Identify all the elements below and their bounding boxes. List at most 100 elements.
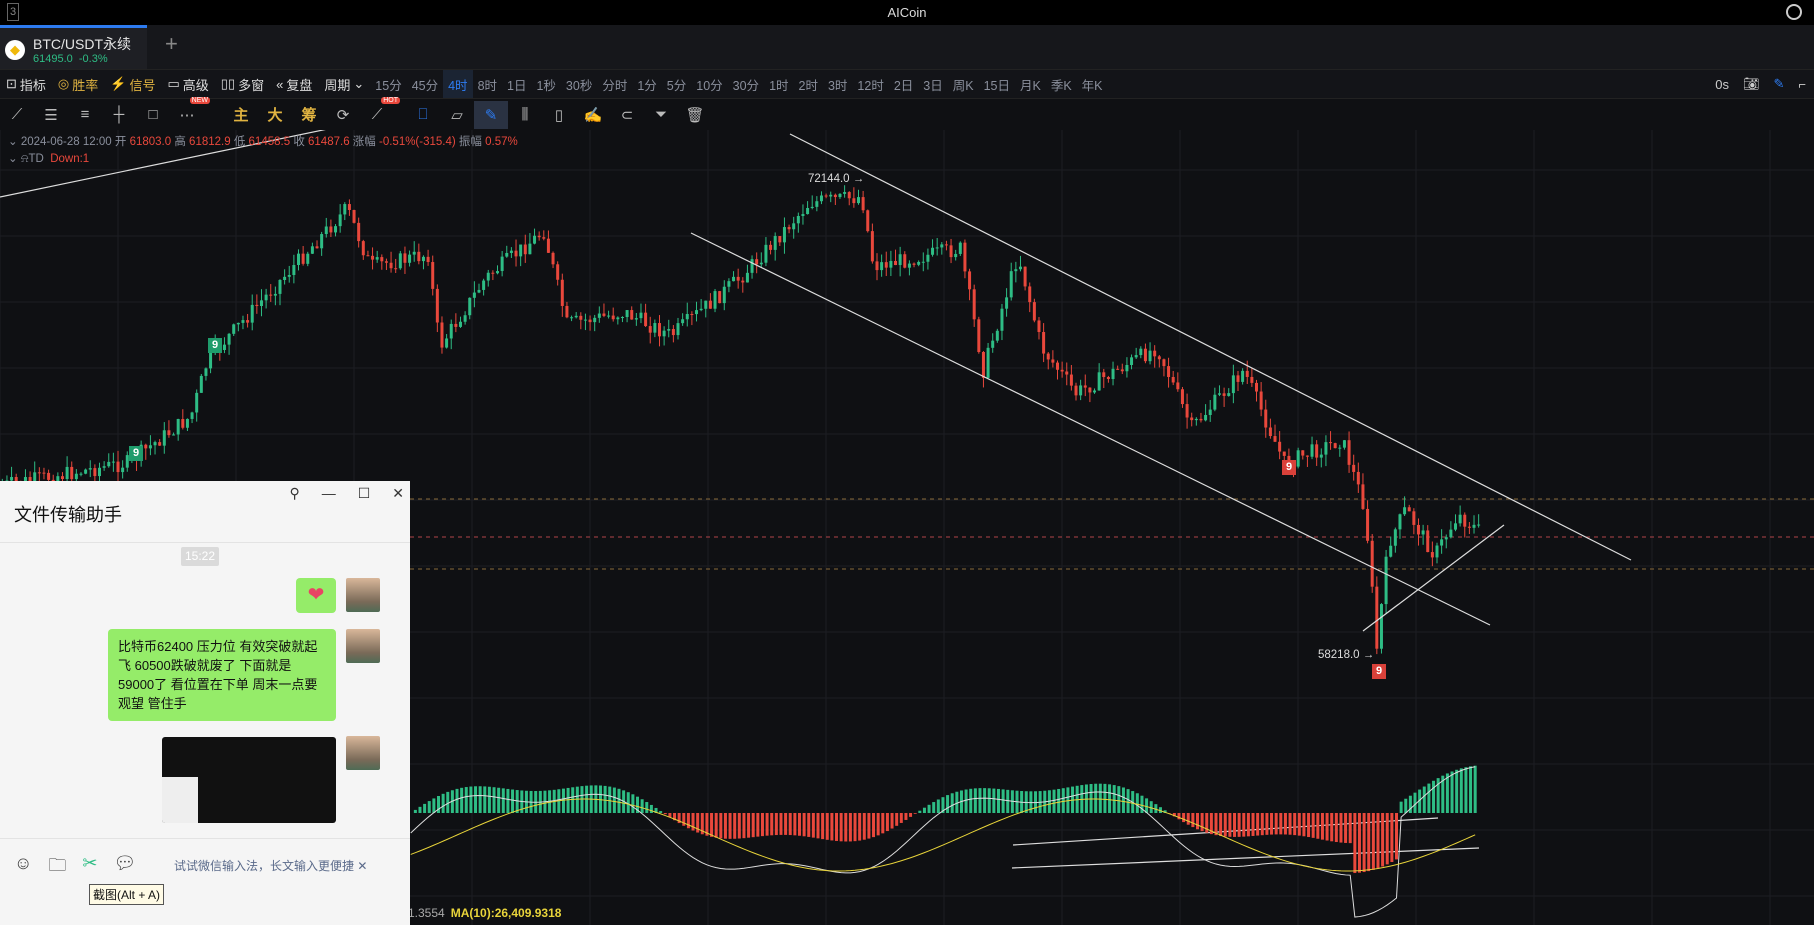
- period-10[interactable]: 10分: [691, 70, 727, 98]
- macd-bar: [432, 798, 436, 813]
- more-icon[interactable]: ⋯ NEW: [170, 96, 210, 129]
- folder-icon[interactable]: 🗀︎: [48, 853, 66, 883]
- emoji-icon[interactable]: ☺: [14, 853, 32, 883]
- period-1[interactable]: 45分: [407, 70, 443, 98]
- period-17[interactable]: 3日: [918, 70, 947, 98]
- close-hint-icon[interactable]: ✕: [357, 859, 367, 873]
- multi-window-button[interactable]: ▯▯ 多窗: [215, 70, 270, 98]
- pencil-icon[interactable]: ✎: [1774, 76, 1785, 92]
- period-3[interactable]: 8时: [473, 70, 502, 98]
- camera-icon[interactable]: 📷︎: [1743, 76, 1760, 92]
- note-icon[interactable]: ✍: [576, 101, 610, 129]
- candle: [1403, 507, 1407, 515]
- candle: [283, 276, 287, 280]
- ruler-icon[interactable]: ▱: [440, 101, 474, 129]
- period-6[interactable]: 30秒: [561, 70, 597, 98]
- period-9[interactable]: 5分: [662, 70, 691, 98]
- candle: [718, 291, 722, 304]
- advanced-button[interactable]: ▭ 高级: [161, 70, 214, 98]
- filter-icon[interactable]: ⏷: [644, 101, 678, 129]
- line-tool-icon[interactable]: ⟋: [0, 101, 34, 129]
- signal-button[interactable]: ⚡ 信号: [104, 70, 161, 98]
- period-20[interactable]: 月K: [1015, 70, 1046, 98]
- period-8[interactable]: 1分: [632, 70, 661, 98]
- search-icon[interactable]: [1786, 4, 1802, 20]
- macd-bar: [506, 788, 510, 813]
- replay-button[interactable]: «复盘: [270, 70, 318, 98]
- close-icon[interactable]: ✕: [392, 485, 404, 502]
- macd-bar: [580, 786, 584, 813]
- period-19[interactable]: 15日: [979, 70, 1015, 98]
- candle: [1412, 511, 1416, 525]
- rectangle-icon[interactable]: □: [136, 101, 170, 129]
- macd-bar: [807, 813, 811, 837]
- horizontal-lines-icon[interactable]: ≡: [68, 101, 102, 129]
- period-18[interactable]: 周K: [948, 70, 979, 98]
- period-21[interactable]: 季K: [1046, 70, 1077, 98]
- candle: [1250, 376, 1254, 383]
- avatar[interactable]: [346, 736, 380, 770]
- macd-bar: [608, 786, 612, 813]
- add-window-icon[interactable]: ⌐: [1798, 77, 1806, 92]
- input-method-hint[interactable]: 试试微信输入法，长文输入更便捷 ✕: [174, 857, 367, 874]
- candles-icon[interactable]: ⫼: [508, 101, 542, 129]
- sync-icon[interactable]: ⟳: [326, 101, 360, 129]
- image-message[interactable]: [162, 737, 336, 823]
- period-14[interactable]: 3时: [823, 70, 852, 98]
- macd-bar: [811, 813, 815, 838]
- period-7[interactable]: 分时: [597, 70, 632, 98]
- candle: [1222, 393, 1226, 396]
- chat-history-icon[interactable]: 💬︎: [113, 853, 136, 883]
- candle: [963, 242, 967, 272]
- period-16[interactable]: 2日: [889, 70, 918, 98]
- period-11[interactable]: 30分: [728, 70, 764, 98]
- add-tab-button[interactable]: +: [165, 31, 178, 57]
- macd-bar: [1413, 792, 1417, 813]
- candle: [1375, 586, 1379, 649]
- avatar[interactable]: [346, 629, 380, 663]
- candle: [736, 276, 740, 281]
- candle: [190, 412, 194, 419]
- period-2[interactable]: 4时: [443, 70, 473, 98]
- magnet-icon[interactable]: ⊂: [610, 101, 644, 129]
- bookmark-icon[interactable]: ⎕: [406, 101, 440, 129]
- horizontal-line-icon[interactable]: ┼: [102, 101, 136, 129]
- minimize-icon[interactable]: —: [322, 485, 336, 502]
- brush-icon[interactable]: ⟋ HOT: [360, 96, 400, 129]
- candle: [435, 288, 439, 323]
- candle: [1458, 514, 1462, 524]
- period-15[interactable]: 12时: [852, 70, 888, 98]
- td-nine-badge: 9: [129, 446, 143, 461]
- collapse-icon[interactable]: ⌄: [8, 136, 18, 148]
- candle: [583, 319, 587, 321]
- macd-bar: [1242, 813, 1246, 837]
- candle: [347, 204, 351, 211]
- macd-bar: [983, 788, 987, 813]
- period-4[interactable]: 1日: [502, 70, 531, 98]
- win-rate-button[interactable]: ◎ 胜率: [52, 70, 104, 98]
- period-0[interactable]: 15分: [370, 70, 406, 98]
- period-13[interactable]: 2时: [794, 70, 823, 98]
- lock-icon[interactable]: ▯: [542, 101, 576, 129]
- main-button[interactable]: 主: [224, 101, 258, 129]
- macd-bar: [793, 813, 797, 836]
- draw-mode-icon[interactable]: ✎: [474, 100, 508, 129]
- candle: [546, 238, 550, 253]
- parallel-lines-icon[interactable]: ☰: [34, 101, 68, 129]
- macd-bar: [714, 813, 718, 838]
- period-dropdown[interactable]: 周期 ⌄: [318, 70, 370, 98]
- chip-button[interactable]: 筹: [292, 101, 326, 129]
- maximize-icon[interactable]: ☐: [358, 485, 371, 502]
- macd-bar: [1385, 813, 1389, 865]
- period-12[interactable]: 1时: [764, 70, 793, 98]
- indicator-button[interactable]: ⊡ 指标: [0, 70, 52, 98]
- trash-icon[interactable]: 🗑︎: [678, 101, 712, 129]
- period-5[interactable]: 1秒: [531, 70, 560, 98]
- period-22[interactable]: 年K: [1077, 70, 1108, 98]
- pin-icon[interactable]: ⚲: [289, 485, 299, 502]
- scissors-icon[interactable]: ✂: [82, 853, 97, 883]
- macd-bar: [1469, 766, 1473, 813]
- big-button[interactable]: 大: [258, 101, 292, 129]
- tab-btc-usdt[interactable]: ◆ BTC/USDT永续 61495.0 -0.3%: [0, 25, 147, 69]
- avatar[interactable]: [346, 578, 380, 612]
